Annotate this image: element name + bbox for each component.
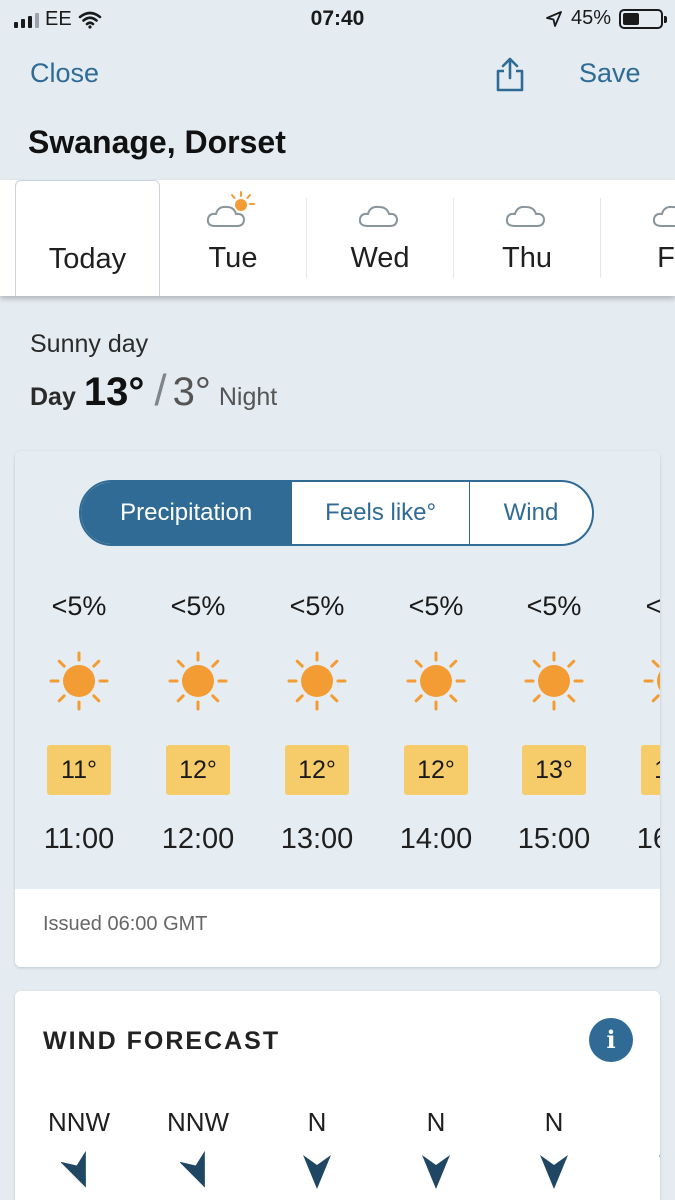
- tab-today[interactable]: Today: [15, 180, 160, 296]
- hour-time: 12:00: [161, 823, 235, 855]
- hour-time: 14:00: [399, 823, 473, 855]
- location-arrow-icon: [546, 10, 562, 27]
- temperature-badge: 13°: [522, 745, 586, 795]
- sun-icon: [643, 651, 660, 711]
- wind-direction-label: N: [307, 1107, 327, 1137]
- sun-icon: [168, 651, 228, 711]
- tab-tue[interactable]: Tue: [160, 180, 306, 296]
- precipitation-chance: <5%: [645, 591, 660, 621]
- tab-thu[interactable]: Thu: [454, 180, 600, 296]
- wind-direction-label: N: [614, 1107, 660, 1138]
- wind-arrow-icon: [422, 1155, 450, 1189]
- wind-arrow-icon: [303, 1155, 331, 1189]
- cloud-icon: [652, 205, 675, 227]
- sun-icon: [49, 651, 109, 711]
- share-icon[interactable]: [494, 56, 526, 94]
- day-label: Day: [30, 383, 76, 411]
- temperature-badge: 12°: [166, 745, 230, 795]
- day-temp: 13°: [83, 370, 145, 414]
- location-title: Swanage, Dorset: [28, 124, 286, 160]
- close-button[interactable]: Close: [30, 58, 99, 89]
- wind-arrow-icon: [180, 1151, 205, 1188]
- hour-time: 11:00: [43, 823, 115, 855]
- hour-time: 15:00: [517, 823, 591, 855]
- hour-time: 16:00: [636, 823, 660, 855]
- weather-summary: Sunny day: [30, 330, 149, 358]
- cloud-icon: [505, 205, 546, 227]
- issued-time: Issued 06:00 GMT: [43, 913, 208, 935]
- tab-label: Tue: [208, 242, 258, 274]
- day-tabs: Today Tue Wed Thu Fri: [0, 180, 675, 296]
- info-icon[interactable]: i: [589, 1018, 633, 1062]
- tab-label: Fri: [657, 242, 675, 274]
- tab-label: Thu: [502, 242, 552, 274]
- cloud-icon: [358, 205, 399, 227]
- sun-cloud-icon: [206, 191, 255, 227]
- wind-arrow-icon: [540, 1155, 568, 1189]
- save-button[interactable]: Save: [579, 58, 641, 89]
- sun-icon: [287, 651, 347, 711]
- hour-time: 13:00: [280, 823, 354, 855]
- tab-label: Wed: [350, 242, 410, 274]
- battery-icon: [619, 8, 667, 29]
- precipitation-chance: <5%: [170, 591, 226, 621]
- temperature-badge: 12°: [404, 745, 468, 795]
- sun-icon: [406, 651, 466, 711]
- tab-wed[interactable]: Wed: [307, 180, 453, 296]
- wind-forecast-card: WIND FORECAST i NNW NNW N N N N: [15, 991, 660, 1200]
- night-label: Night: [218, 383, 278, 411]
- wind-arrow-icon: [659, 1155, 660, 1158]
- battery-fill: [623, 12, 640, 25]
- temperature-badge: 12°: [285, 745, 349, 795]
- precipitation-chance: <5%: [51, 591, 107, 621]
- wind-forecast-title: WIND FORECAST: [43, 1027, 281, 1055]
- day-night-temps: Day 13° / 3° Night: [30, 366, 278, 415]
- wind-arrow-icon: [61, 1151, 86, 1188]
- wind-direction-label: N: [426, 1107, 446, 1137]
- battery-percent: 45%: [570, 7, 611, 29]
- hourly-list: <5% 11° 11:00 <5% 12° 12:00 <5% 12° 13:00 <5% 12° 1…: [15, 451, 660, 889]
- sun-icon: [524, 651, 584, 711]
- temperature-badge: 11°: [47, 745, 111, 795]
- wind-direction-label: NNW: [166, 1107, 230, 1137]
- precipitation-chance: <5%: [526, 591, 582, 621]
- night-temp: 3°: [172, 370, 211, 414]
- status-bar: EE 07:40 45%: [0, 0, 675, 40]
- precipitation-chance: <5%: [289, 591, 345, 621]
- tab-fri[interactable]: Fri: [601, 180, 675, 296]
- hourly-forecast-card: Precipitation Feels like° Wind <5% 11° 11:…: [15, 451, 660, 967]
- wind-direction-label: NNW: [47, 1107, 111, 1137]
- precipitation-chance: <5%: [408, 591, 464, 621]
- wind-direction-label: N: [544, 1107, 564, 1137]
- temperature-badge: 13°: [641, 745, 660, 795]
- tab-label: Today: [48, 243, 127, 275]
